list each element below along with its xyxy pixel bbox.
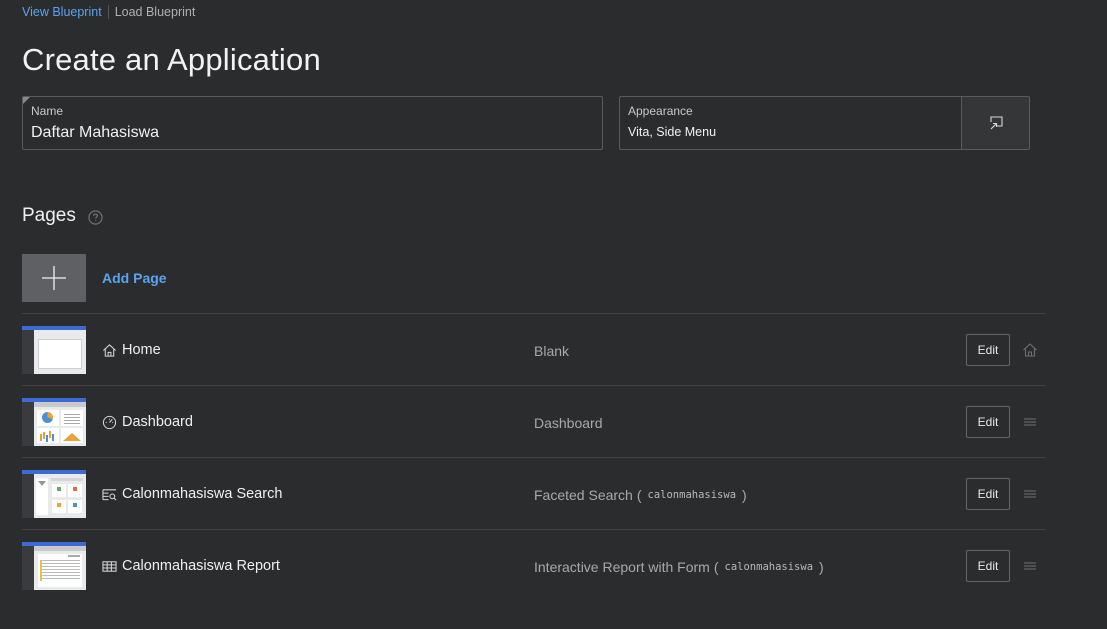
page-type: Blank (534, 343, 570, 359)
edit-button[interactable]: Edit (966, 334, 1010, 366)
drag-handle-icon[interactable] (1022, 414, 1038, 430)
page-row-home: Home Blank Edit (22, 313, 1046, 385)
load-blueprint-link[interactable]: Load Blueprint (115, 5, 196, 19)
faceted-search-icon (102, 488, 117, 500)
pages-section-title: Pages (22, 205, 103, 227)
open-dialog-icon (989, 116, 1003, 130)
page-name: Home (102, 342, 161, 358)
page-thumbnail (22, 470, 86, 518)
page-name: Calonmahasiswa Search (102, 486, 282, 502)
appearance-value: Vita, Side Menu (628, 125, 717, 139)
drag-handle-icon[interactable] (1022, 486, 1038, 502)
page-row-calonmahasiswa-report: Calonmahasiswa Report Interactive Report… (22, 529, 1046, 601)
report-table-icon (102, 560, 117, 572)
edit-button[interactable]: Edit (966, 478, 1010, 510)
page-type: Interactive Report with Form ( calonmaha… (534, 559, 824, 575)
edit-button[interactable]: Edit (966, 550, 1010, 582)
view-blueprint-link[interactable]: View Blueprint (22, 5, 102, 19)
home-icon (103, 343, 116, 357)
pages-title: Pages (22, 205, 76, 226)
page-thumbnail (22, 326, 86, 374)
help-icon[interactable] (88, 210, 103, 225)
gauge-icon (102, 415, 117, 429)
divider (107, 5, 109, 19)
page-thumbnail (22, 542, 86, 590)
plus-icon (42, 266, 66, 290)
appearance-label: Appearance (628, 104, 693, 118)
appearance-field: Appearance Vita, Side Menu (619, 96, 962, 150)
page-name: Calonmahasiswa Report (102, 558, 280, 574)
source-table: calonmahasiswa (724, 561, 814, 573)
page-thumbnail (22, 398, 86, 446)
source-table: calonmahasiswa (647, 489, 737, 501)
name-field[interactable]: Name Daftar Mahasiswa (22, 96, 603, 150)
add-page-link[interactable]: Add Page (102, 270, 167, 286)
page-title: Create an Application (22, 42, 321, 77)
name-value[interactable]: Daftar Mahasiswa (31, 124, 159, 142)
add-page-tile[interactable] (22, 254, 86, 302)
home-icon (1023, 343, 1037, 357)
drag-handle-icon[interactable] (1022, 558, 1038, 574)
name-label: Name (31, 104, 64, 118)
blueprint-links: View Blueprint Load Blueprint (22, 5, 195, 19)
page-type: Dashboard (534, 415, 603, 431)
page-name: Dashboard (102, 414, 193, 430)
page-row-dashboard: Dashboard Dashboard Edit (22, 385, 1046, 457)
page-row-calonmahasiswa-search: Calonmahasiswa Search Faceted Search ( c… (22, 457, 1046, 529)
page-type: Faceted Search ( calonmahasiswa ) (534, 487, 747, 503)
appearance-settings-button[interactable] (961, 96, 1030, 150)
edit-button[interactable]: Edit (966, 406, 1010, 438)
